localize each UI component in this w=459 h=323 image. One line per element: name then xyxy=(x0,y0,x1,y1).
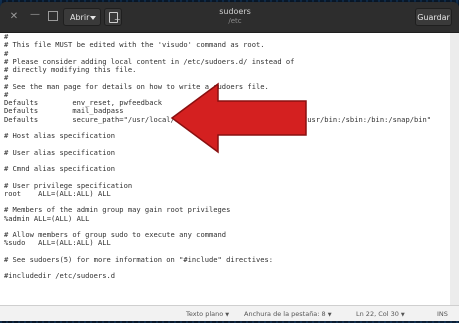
cursor-position-label: Ln 22, Col 30 xyxy=(356,310,399,318)
window-title: sudoers xyxy=(219,7,251,16)
red-arrow-annotation xyxy=(170,82,307,154)
chevron-down-icon: ▼ xyxy=(400,312,405,318)
maximize-icon[interactable] xyxy=(48,11,58,21)
window-subtitle: /etc xyxy=(228,17,242,25)
open-button-label: Abrir xyxy=(70,13,90,22)
close-icon[interactable]: ✕ xyxy=(8,11,20,23)
window-title-block: sudoers /etc xyxy=(180,7,290,26)
code-text: # # This file MUST be edited with the 'v… xyxy=(4,33,431,281)
title-bar: ✕ — Abrir + sudoers /etc Guardar xyxy=(0,2,459,33)
editor-window: ✕ — Abrir + sudoers /etc Guardar # # Thi… xyxy=(0,2,459,321)
vertical-scrollbar[interactable] xyxy=(450,33,459,305)
arrow-left-icon xyxy=(170,82,307,154)
new-document-button[interactable]: + xyxy=(104,8,122,26)
chevron-down-icon xyxy=(90,16,96,20)
tab-width-selector[interactable]: Anchura de la pestaña: 8 ▼ xyxy=(244,306,332,321)
chevron-down-icon: ▼ xyxy=(327,312,332,318)
chevron-down-icon: ▼ xyxy=(225,312,230,318)
open-button[interactable]: Abrir xyxy=(63,8,101,26)
plus-icon: + xyxy=(114,15,121,24)
tab-width-label: Anchura de la pestaña: 8 xyxy=(244,310,326,318)
save-button[interactable]: Guardar xyxy=(415,8,452,26)
status-bar: Texto plano ▼ Anchura de la pestaña: 8 ▼ L… xyxy=(0,305,459,321)
syntax-label: Texto plano xyxy=(186,310,224,318)
text-editor-area[interactable]: # # This file MUST be edited with the 'v… xyxy=(0,33,450,305)
minimize-icon[interactable]: — xyxy=(29,9,41,21)
insert-mode-indicator: INS xyxy=(437,310,448,318)
syntax-selector[interactable]: Texto plano ▼ xyxy=(186,306,229,321)
cursor-position[interactable]: Ln 22, Col 30 ▼ xyxy=(356,306,405,321)
